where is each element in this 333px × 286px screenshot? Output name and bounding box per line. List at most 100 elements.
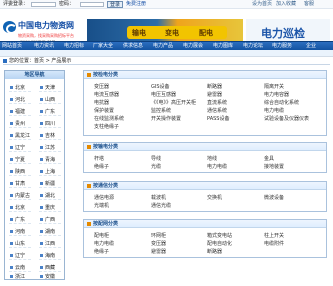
nav-forum[interactable]: 电力论坛 (243, 43, 263, 50)
category-link[interactable]: 接地装置 (264, 164, 284, 171)
region-item[interactable]: 重庆 (39, 205, 61, 212)
region-item[interactable]: 广东 (39, 109, 61, 116)
region-item[interactable]: 广东 (9, 217, 31, 224)
nav-services[interactable]: 电力服务 (272, 43, 292, 50)
category-link[interactable]: 电力电缆 (207, 164, 227, 171)
category-link[interactable]: 光缆 (151, 164, 161, 171)
category-link[interactable]: 电力电缆 (94, 241, 114, 248)
category-link[interactable]: 载波机 (151, 195, 166, 202)
region-item[interactable]: 内蒙古 (9, 193, 31, 200)
category-link[interactable]: PASS设备 (207, 116, 229, 123)
region-item[interactable]: 新疆 (39, 181, 61, 188)
category-link[interactable]: 光端机 (94, 203, 109, 210)
category-link[interactable]: 电力电缆 (264, 108, 284, 115)
category-link[interactable]: 电缆附件 (264, 241, 284, 248)
region-item[interactable]: 贵州 (9, 121, 31, 128)
category-link[interactable]: 开关操作装置 (151, 116, 181, 123)
category-link[interactable]: 导线 (151, 156, 161, 163)
category-link[interactable]: 微波设备 (264, 195, 284, 202)
category-link[interactable]: 断路器 (207, 249, 222, 256)
region-item[interactable]: 湖南 (39, 229, 61, 236)
nav-exhibitions[interactable]: 电力展会 (183, 43, 203, 50)
username-input[interactable] (31, 2, 56, 7)
category-link[interactable]: 直流系统 (207, 100, 227, 107)
category-link[interactable]: 环网柜 (151, 233, 166, 240)
region-item[interactable]: 黑龙江 (9, 133, 31, 140)
region-item[interactable]: 河北 (9, 97, 31, 104)
service-link[interactable]: 客服 (304, 1, 314, 8)
category-link[interactable]: 《《电》》高压开关柜 (151, 100, 196, 107)
region-item[interactable]: 四川 (39, 121, 61, 128)
category-link[interactable]: 配电柜 (94, 233, 109, 240)
category-link[interactable]: 柱上开关 (264, 233, 284, 240)
region-item[interactable]: 云南 (9, 265, 31, 272)
category-link[interactable]: 支柱绝缘子 (94, 124, 119, 131)
nav-news[interactable]: 电力资讯 (34, 43, 54, 50)
nav-gallery[interactable]: 电力图库 (213, 43, 233, 50)
region-item[interactable]: 西藏 (39, 265, 61, 272)
category-link[interactable]: 箱式变电站 (207, 233, 232, 240)
home-link[interactable]: 设为首页 (252, 1, 272, 8)
category-link[interactable]: 避雷器 (151, 249, 166, 256)
favorite-link[interactable]: 加入收藏 (276, 1, 296, 8)
region-item[interactable]: 江苏 (39, 145, 61, 152)
category-link[interactable]: 电力电容器 (264, 92, 289, 99)
ad-word-3: 配电 (199, 29, 213, 37)
region-item[interactable]: 山西 (39, 97, 61, 104)
region-item[interactable]: 辽宁 (9, 253, 31, 260)
region-item[interactable]: 青海 (39, 157, 61, 164)
region-sidebar: 地区导航 北京 天津 河北 山西 福建 广东 贵州 四川 黑龙江 吉林 辽宁 江… (4, 70, 65, 281)
nav-manufacturers[interactable]: 厂家大全 (93, 43, 113, 50)
category-link[interactable]: 通信电源 (94, 195, 114, 202)
category-link[interactable]: 隔离开关 (264, 84, 284, 91)
category-link[interactable]: 变压器 (94, 84, 109, 91)
category-link[interactable]: 绝缘子 (94, 249, 109, 256)
nav-tender[interactable]: 电力招标 (64, 43, 84, 50)
region-item[interactable]: 吉林 (39, 133, 61, 140)
category-link[interactable]: 地线 (207, 156, 217, 163)
region-item[interactable]: 广西 (39, 217, 61, 224)
category-link[interactable]: 电流互感器 (94, 92, 119, 99)
breadcrumb-text: 您的位置：首页 > 产品展示 (9, 58, 72, 64)
region-item[interactable]: 北京 (9, 85, 31, 92)
category-link[interactable]: 电压互感器 (151, 92, 176, 99)
category-link[interactable]: 配电自动化 (207, 241, 232, 248)
category-link[interactable]: 绝缘子 (94, 164, 109, 171)
region-item[interactable]: 上海 (39, 169, 61, 176)
category-link[interactable]: 综合自动化系统 (264, 100, 299, 107)
category-link[interactable]: 断路器 (207, 84, 222, 91)
category-link[interactable]: 在线监测系统 (94, 116, 124, 123)
category-link[interactable]: 电抗器 (94, 100, 109, 107)
region-item[interactable]: 福建 (9, 109, 31, 116)
category-link[interactable]: 交换机 (207, 195, 222, 202)
nav-company[interactable]: 企业 (306, 43, 316, 50)
register-link[interactable]: 免费注册 (126, 1, 146, 8)
category-link[interactable]: 金具 (264, 156, 274, 163)
region-item[interactable]: 宁夏 (9, 157, 31, 164)
region-item[interactable]: 辽宁 (9, 145, 31, 152)
nav-products[interactable]: 电力产品 (153, 43, 173, 50)
region-item[interactable]: 天津 (39, 85, 61, 92)
region-item[interactable]: 海南 (39, 253, 61, 260)
region-item[interactable]: 江西 (39, 241, 61, 248)
category-link[interactable]: GIS设备 (151, 84, 170, 91)
region-item[interactable]: 陕西 (9, 169, 31, 176)
password-input[interactable] (80, 2, 104, 7)
region-item[interactable]: 河南 (9, 229, 31, 236)
category-link[interactable]: 变压器 (151, 241, 166, 248)
region-item[interactable]: 北京 (9, 205, 31, 212)
category-link[interactable]: 保护装置 (94, 108, 114, 115)
category-link[interactable]: 杆塔 (94, 156, 104, 163)
category-link[interactable]: 试验设备及仪器仪表 (264, 116, 309, 123)
region-item[interactable]: 甘肃 (9, 181, 31, 188)
login-button[interactable]: 登录 (107, 1, 124, 8)
category-link[interactable]: 避雷器 (207, 92, 222, 99)
category-link[interactable]: 监控系统 (151, 108, 171, 115)
nav-supply[interactable]: 供求信息 (123, 43, 143, 50)
nav-home[interactable]: 网站首页 (2, 43, 22, 50)
category-link[interactable]: 通信系统 (207, 108, 227, 115)
region-item[interactable]: 湖北 (39, 193, 61, 200)
region-item[interactable]: 山东 (9, 241, 31, 248)
main-navigation: 网站首页 电力资讯 电力招标 厂家大全 供求信息 电力产品 电力展会 电力图库 … (0, 41, 333, 50)
category-link[interactable]: 通信光缆 (151, 203, 171, 210)
